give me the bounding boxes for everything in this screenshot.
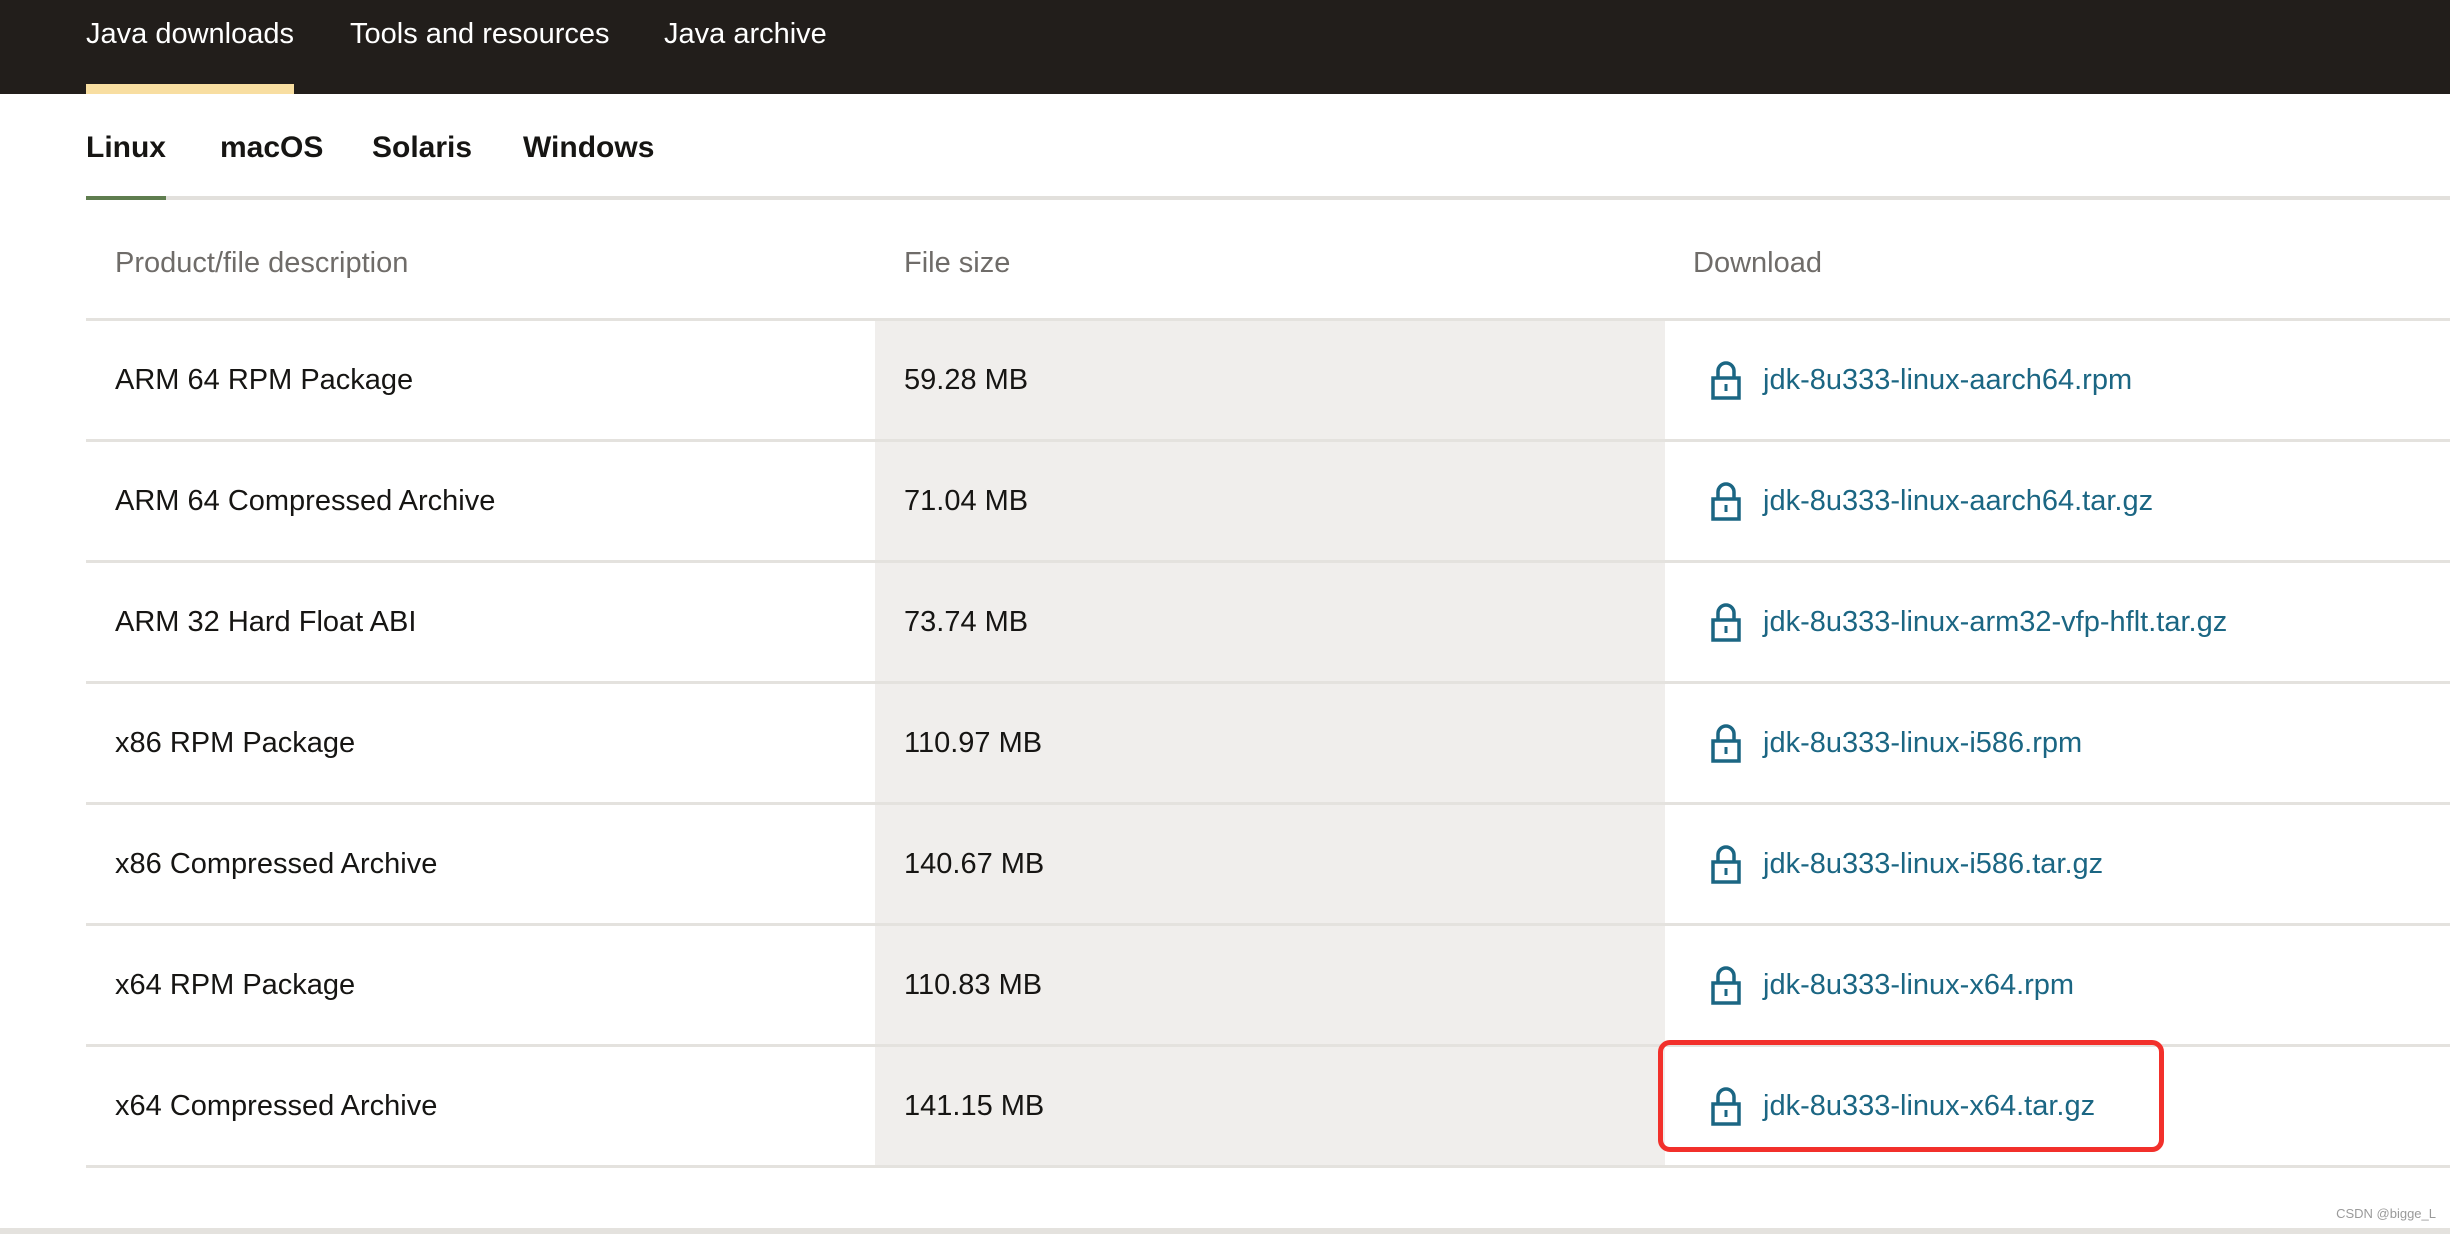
download-cell: jdk-8u333-linux-i586.tar.gz [1665, 805, 2450, 923]
download-link[interactable]: jdk-8u333-linux-arm32-vfp-hflt.tar.gz [1711, 602, 2227, 642]
download-link[interactable]: jdk-8u333-linux-x64.tar.gz [1711, 1086, 2095, 1126]
downloads-table: Product/file description File size Downl… [86, 200, 2450, 1168]
download-cell: jdk-8u333-linux-x64.rpm [1665, 926, 2450, 1044]
size-text: 140.67 MB [904, 847, 1045, 880]
table-row: ARM 64 RPM Package 59.28 MB jdk-8u333-li… [86, 321, 2450, 442]
lock-icon [1711, 1086, 1741, 1126]
table-row: x64 Compressed Archive 141.15 MB jdk-8u3… [86, 1047, 2450, 1168]
size-text: 141.15 MB [904, 1089, 1045, 1122]
file-size: 73.74 MB [875, 563, 1665, 681]
lock-icon [1711, 481, 1741, 521]
header-download: Download [1693, 247, 1822, 279]
file-description: ARM 64 RPM Package [86, 321, 875, 439]
lock-icon [1711, 723, 1741, 763]
file-size: 141.15 MB [875, 1047, 1665, 1165]
size-text: 110.97 MB [904, 726, 1043, 759]
description-text: ARM 32 Hard Float ABI [115, 605, 417, 638]
size-text: 71.04 MB [904, 484, 1029, 517]
download-filename[interactable]: jdk-8u333-linux-i586.tar.gz [1763, 848, 2103, 881]
table-row: ARM 32 Hard Float ABI 73.74 MB jdk-8u333… [86, 563, 2450, 684]
download-cell: jdk-8u333-linux-aarch64.rpm [1665, 321, 2450, 439]
lock-icon [1711, 844, 1741, 884]
download-cell: jdk-8u333-linux-aarch64.tar.gz [1665, 442, 2450, 560]
top-nav: Java downloads Tools and resources Java … [0, 0, 2450, 94]
file-size: 71.04 MB [875, 442, 1665, 560]
description-text: ARM 64 Compressed Archive [115, 484, 496, 517]
table-row: x86 RPM Package 110.97 MB jdk-8u333-linu… [86, 684, 2450, 805]
tab-solaris[interactable]: Solaris [372, 124, 472, 200]
file-description: ARM 32 Hard Float ABI [86, 563, 875, 681]
size-text: 59.28 MB [904, 363, 1029, 396]
lock-icon [1711, 360, 1741, 400]
table-header: Product/file description File size Downl… [86, 200, 2450, 321]
header-description: Product/file description [115, 247, 409, 279]
download-filename[interactable]: jdk-8u333-linux-aarch64.tar.gz [1763, 485, 2153, 518]
download-link[interactable]: jdk-8u333-linux-aarch64.tar.gz [1711, 481, 2153, 521]
download-filename[interactable]: jdk-8u333-linux-aarch64.rpm [1763, 364, 2132, 397]
tab-macos[interactable]: macOS [220, 124, 323, 200]
file-description: x86 Compressed Archive [86, 805, 875, 923]
header-file-size: File size [904, 247, 1011, 279]
file-description: x86 RPM Package [86, 684, 875, 802]
table-row: x64 RPM Package 110.83 MB jdk-8u333-linu… [86, 926, 2450, 1047]
footer-divider [0, 1228, 2450, 1234]
lock-icon [1711, 965, 1741, 1005]
watermark: CSDN @bigge_L [2336, 1206, 2436, 1221]
description-text: ARM 64 RPM Package [115, 363, 414, 396]
file-size: 59.28 MB [875, 321, 1665, 439]
download-link[interactable]: jdk-8u333-linux-x64.rpm [1711, 965, 2074, 1005]
file-size: 110.97 MB [875, 684, 1665, 802]
nav-java-downloads[interactable]: Java downloads [86, 14, 294, 94]
file-description: ARM 64 Compressed Archive [86, 442, 875, 560]
description-text: x86 Compressed Archive [115, 847, 438, 880]
size-text: 73.74 MB [904, 605, 1029, 638]
nav-java-archive[interactable]: Java archive [664, 14, 827, 94]
description-text: x86 RPM Package [115, 726, 356, 759]
tab-windows[interactable]: Windows [523, 124, 654, 200]
download-filename[interactable]: jdk-8u333-linux-i586.rpm [1763, 727, 2082, 760]
download-cell: jdk-8u333-linux-arm32-vfp-hflt.tar.gz [1665, 563, 2450, 681]
table-row: x86 Compressed Archive 140.67 MB jdk-8u3… [86, 805, 2450, 926]
download-cell: jdk-8u333-linux-i586.rpm [1665, 684, 2450, 802]
download-link[interactable]: jdk-8u333-linux-aarch64.rpm [1711, 360, 2132, 400]
file-size: 140.67 MB [875, 805, 1665, 923]
download-link[interactable]: jdk-8u333-linux-i586.rpm [1711, 723, 2082, 763]
table-row: ARM 64 Compressed Archive 71.04 MB jdk-8… [86, 442, 2450, 563]
tab-linux[interactable]: Linux [86, 124, 166, 200]
download-cell: jdk-8u333-linux-x64.tar.gz [1665, 1047, 2450, 1165]
lock-icon [1711, 602, 1741, 642]
download-filename[interactable]: jdk-8u333-linux-arm32-vfp-hflt.tar.gz [1763, 606, 2227, 639]
file-description: x64 Compressed Archive [86, 1047, 875, 1165]
download-filename[interactable]: jdk-8u333-linux-x64.rpm [1763, 969, 2074, 1002]
description-text: x64 Compressed Archive [115, 1089, 438, 1122]
os-tabs: Linux macOS Solaris Windows [86, 124, 2450, 200]
size-text: 110.83 MB [904, 968, 1043, 1001]
download-filename[interactable]: jdk-8u333-linux-x64.tar.gz [1763, 1090, 2095, 1123]
file-description: x64 RPM Package [86, 926, 875, 1044]
download-link[interactable]: jdk-8u333-linux-i586.tar.gz [1711, 844, 2103, 884]
nav-tools-and-resources[interactable]: Tools and resources [350, 14, 610, 94]
file-size: 110.83 MB [875, 926, 1665, 1044]
description-text: x64 RPM Package [115, 968, 356, 1001]
